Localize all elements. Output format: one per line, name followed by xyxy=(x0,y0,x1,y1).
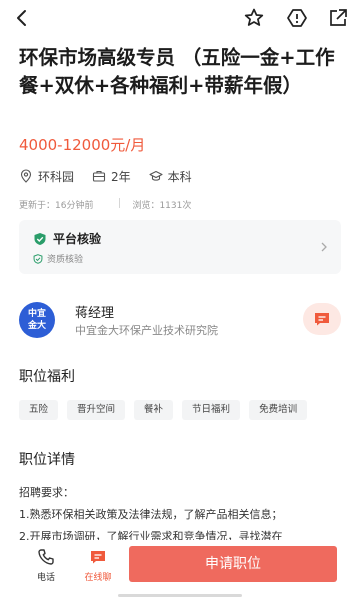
chat-bubble-icon xyxy=(315,313,329,326)
phone-label: 电话 xyxy=(36,573,55,583)
benefit-tag: 免费培训 xyxy=(249,400,308,420)
benefit-tag: 餐补 xyxy=(134,400,174,420)
chat-bubble-icon xyxy=(91,551,105,564)
verification-sub-row: 资质核验 xyxy=(33,252,83,265)
phone-button[interactable]: 电话 xyxy=(26,548,66,583)
logo-line-2: 金大 xyxy=(27,321,46,331)
detail-line: 招聘要求： xyxy=(19,486,74,499)
report-button[interactable] xyxy=(285,6,309,30)
education-text: 本科 xyxy=(167,169,192,184)
share-button[interactable] xyxy=(326,6,350,30)
detail-line: 1.熟悉环保相关政策及法律法规，了解产品相关信息； xyxy=(19,508,283,521)
salary: 4000-12000元/月 xyxy=(19,136,146,154)
star-icon xyxy=(244,8,264,26)
benefit-tag: 节日福利 xyxy=(182,400,241,420)
shield-small-icon xyxy=(33,253,43,264)
job-details: 招聘要求： 1.熟悉环保相关政策及法律法规，了解产品相关信息； 2.开展市场调研… xyxy=(19,482,349,548)
home-indicator[interactable] xyxy=(118,594,242,597)
report-icon xyxy=(287,9,307,27)
shield-check-icon xyxy=(34,232,46,245)
favorite-button[interactable] xyxy=(242,6,266,30)
verification-title-row: 平台核验 xyxy=(33,230,101,247)
experience-text: 2年 xyxy=(111,169,131,184)
logo-line-1: 中宜 xyxy=(27,309,46,319)
education-tag: 本科 xyxy=(149,168,192,185)
chat-button[interactable] xyxy=(303,303,341,335)
share-icon xyxy=(330,9,347,26)
apply-button[interactable]: 申请职位 xyxy=(129,546,337,582)
graduation-cap-icon xyxy=(149,170,163,181)
company-logo[interactable]: 中宜 金大 xyxy=(19,302,55,338)
job-title: 环保市场高级专员 （五险一金+工作餐+双休+各种福利+带薪年假） xyxy=(19,46,335,97)
back-arrow-icon xyxy=(17,10,26,26)
view-count: 浏览：1131次 xyxy=(132,201,192,211)
contact-name: 蒋经理 xyxy=(75,306,115,321)
details-heading: 职位详情 xyxy=(19,452,75,468)
job-tags: 环科园 2年 本科 xyxy=(19,167,210,185)
benefit-tag: 五险 xyxy=(19,400,59,420)
briefcase-icon xyxy=(92,170,106,182)
meta-divider xyxy=(119,198,121,208)
online-chat-button[interactable]: 在线聊 xyxy=(78,548,118,583)
verification-sub: 资质核验 xyxy=(47,255,84,265)
top-bar xyxy=(0,0,360,36)
contact-section: 中宜 金大 蒋经理 中宜金大环保产业技术研究院 xyxy=(19,300,341,340)
location-tag: 环科园 xyxy=(19,168,74,185)
bottom-action-bar: 电话 在线聊 申请职位 xyxy=(0,540,360,600)
phone-icon xyxy=(38,549,54,565)
platform-verification-card[interactable]: 平台核验 资质核验 xyxy=(19,220,341,274)
benefits-list: 五险 晋升空间 餐补 节日福利 免费培训 xyxy=(19,400,316,420)
location-icon xyxy=(20,169,32,183)
location-text: 环科园 xyxy=(38,169,75,184)
back-button[interactable] xyxy=(10,6,34,30)
benefit-tag: 晋升空间 xyxy=(67,400,126,420)
online-chat-label: 在线聊 xyxy=(84,573,112,583)
chevron-right-icon xyxy=(321,242,327,252)
post-meta: 更新于：16分钟前 浏览：1131次 xyxy=(19,198,191,211)
experience-tag: 2年 xyxy=(92,168,131,185)
benefits-heading: 职位福利 xyxy=(19,369,75,385)
updated-time: 更新于：16分钟前 xyxy=(19,201,94,211)
company-name[interactable]: 中宜金大环保产业技术研究院 xyxy=(75,322,218,338)
verification-title: 平台核验 xyxy=(53,232,102,246)
